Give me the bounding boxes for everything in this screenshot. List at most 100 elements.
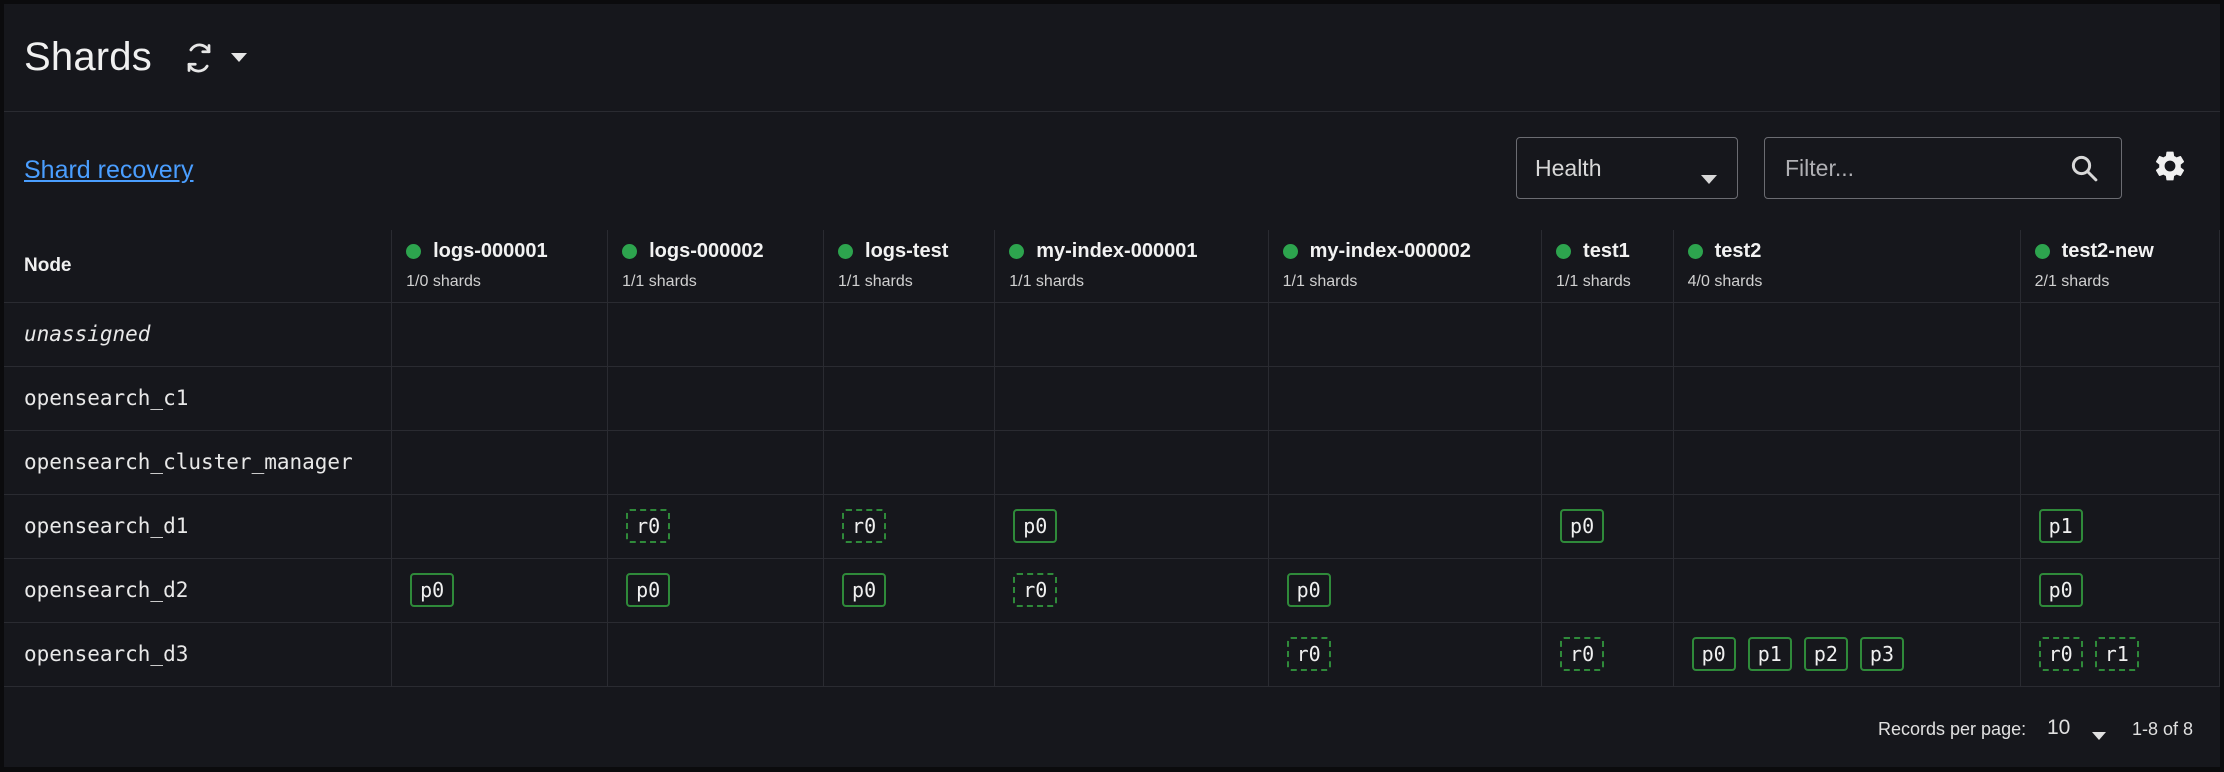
index-column-header[interactable]: logs-000001 1/0 shards — [391, 230, 609, 303]
chevron-down-icon[interactable] — [2092, 725, 2106, 746]
refresh-icon[interactable] — [182, 41, 216, 75]
primary-shard-badge[interactable]: p0 — [1691, 637, 1736, 671]
replica-shard-badge[interactable]: r1 — [2094, 637, 2139, 671]
shard-cell — [994, 622, 1269, 687]
search-icon[interactable] — [2069, 153, 2099, 188]
replica-shard-badge[interactable]: r0 — [842, 509, 887, 543]
index-name: test2 — [1687, 240, 2020, 263]
shard-cell — [1268, 494, 1543, 559]
shard-cell: p0 — [391, 558, 609, 623]
shard-cell — [1673, 366, 2021, 431]
primary-shard-badge[interactable]: p0 — [1013, 509, 1058, 543]
primary-shard-badge[interactable]: p0 — [626, 573, 671, 607]
index-column-header[interactable]: test2-new 2/1 shards — [2020, 230, 2221, 303]
index-shard-count: 1/1 shards — [1009, 273, 1084, 291]
index-column-header[interactable]: logs-test 1/1 shards — [823, 230, 996, 303]
table-row: opensearch_d1 r0 r0 p0 p0 p1 — [4, 494, 2221, 559]
filter-field[interactable] — [1764, 137, 2122, 199]
node-name: opensearch_cluster_manager — [4, 430, 393, 495]
shard-cell — [1673, 302, 2021, 367]
shard-cell — [2020, 302, 2221, 367]
shard-cell — [391, 366, 609, 431]
shard-cell — [823, 366, 996, 431]
primary-shard-badge[interactable]: p0 — [842, 573, 887, 607]
health-status-icon — [1009, 244, 1025, 260]
primary-shard-badge[interactable]: p3 — [1859, 637, 1904, 671]
index-column-header[interactable]: my-index-000001 1/1 shards — [994, 230, 1269, 303]
index-name-text: my-index-000002 — [1309, 240, 1471, 263]
shard-cell — [607, 622, 825, 687]
index-name: my-index-000001 — [1009, 240, 1267, 263]
table-row: opensearch_d2 p0 p0 p0 r0 p0 p0 — [4, 558, 2221, 623]
shard-cell — [1268, 302, 1543, 367]
chevron-down-icon[interactable] — [228, 47, 250, 69]
table-row: opensearch_c1 — [4, 366, 2221, 431]
shard-cell: p1 — [2020, 494, 2221, 559]
pagination: Records per page: 10 1-8 of 8 — [4, 694, 2220, 764]
node-column-header: Node — [4, 230, 393, 303]
index-column-header[interactable]: test1 1/1 shards — [1541, 230, 1674, 303]
shard-cell: p0 — [2020, 558, 2221, 623]
shard-recovery-link[interactable]: Shard recovery — [24, 156, 194, 185]
health-status-icon — [406, 244, 422, 260]
shard-cell — [391, 302, 609, 367]
replica-shard-badge[interactable]: r0 — [626, 509, 671, 543]
pagination-range: 1-8 of 8 — [2132, 719, 2194, 739]
page-title: Shards — [24, 35, 152, 79]
shard-cell: p0 — [823, 558, 996, 623]
index-shard-count: 1/1 shards — [622, 273, 697, 291]
shard-cell: p0 — [1541, 494, 1674, 559]
shard-cell — [2020, 366, 2221, 431]
table-header-row: Node logs-000001 1/0 shards logs-000002 1/1… — [4, 230, 2221, 303]
shard-cell: p0 p1 p2 p3 — [1673, 622, 2021, 687]
table-row: unassigned — [4, 302, 2221, 367]
index-name: logs-000002 — [622, 240, 823, 263]
index-shard-count: 1/0 shards — [406, 273, 481, 291]
gear-icon[interactable] — [2152, 148, 2192, 188]
replica-shard-badge[interactable]: r0 — [1286, 637, 1331, 671]
index-name: logs-test — [838, 240, 994, 263]
primary-shard-badge[interactable]: p1 — [2038, 509, 2083, 543]
health-status-icon — [1282, 244, 1298, 260]
shard-cell: r0 — [1541, 622, 1674, 687]
toolbar: Shard recovery Health — [4, 112, 2220, 230]
shards-table: Node logs-000001 1/0 shards logs-000002 1/1… — [4, 230, 2221, 687]
shard-cell — [607, 366, 825, 431]
shard-cell: r0 — [607, 494, 825, 559]
filter-input[interactable] — [1783, 153, 2047, 183]
shard-cell — [391, 494, 609, 559]
index-shard-count: 2/1 shards — [2034, 273, 2110, 291]
primary-shard-badge[interactable]: p0 — [1560, 509, 1605, 543]
primary-shard-badge[interactable]: p0 — [2038, 573, 2083, 607]
records-per-page-select[interactable]: 10 — [2047, 716, 2070, 740]
chevron-down-icon — [1701, 164, 1717, 191]
primary-shard-badge[interactable]: p1 — [1747, 637, 1792, 671]
replica-shard-badge[interactable]: r0 — [1560, 637, 1605, 671]
shard-cell — [1268, 366, 1543, 431]
shard-cell — [994, 302, 1269, 367]
shard-cell — [607, 430, 825, 495]
shard-cell: p0 — [994, 494, 1269, 559]
health-status-icon — [2034, 244, 2050, 260]
table-row: opensearch_d3 r0 r0 p0 p1 p2 p3 r0 r1 — [4, 622, 2221, 687]
health-status-icon — [1556, 244, 1572, 260]
primary-shard-badge[interactable]: p0 — [1286, 573, 1331, 607]
index-column-header[interactable]: my-index-000002 1/1 shards — [1268, 230, 1543, 303]
index-column-header[interactable]: test2 4/0 shards — [1673, 230, 2021, 303]
index-name-text: my-index-000001 — [1036, 240, 1198, 263]
table-row: opensearch_cluster_manager — [4, 430, 2221, 495]
replica-shard-badge[interactable]: r0 — [1013, 573, 1058, 607]
shard-cell — [1541, 430, 1674, 495]
primary-shard-badge[interactable]: p0 — [410, 573, 455, 607]
index-name: my-index-000002 — [1282, 240, 1541, 263]
shard-cell: r0 — [823, 494, 996, 559]
health-select[interactable]: Health — [1516, 137, 1738, 199]
index-column-header[interactable]: logs-000002 1/1 shards — [607, 230, 825, 303]
shard-cell — [1673, 430, 2021, 495]
shard-cell — [391, 430, 609, 495]
shard-cell — [1541, 366, 1674, 431]
replica-shard-badge[interactable]: r0 — [2038, 637, 2083, 671]
shard-cell: r0 r1 — [2020, 622, 2221, 687]
shard-cell — [1268, 430, 1543, 495]
primary-shard-badge[interactable]: p2 — [1803, 637, 1848, 671]
